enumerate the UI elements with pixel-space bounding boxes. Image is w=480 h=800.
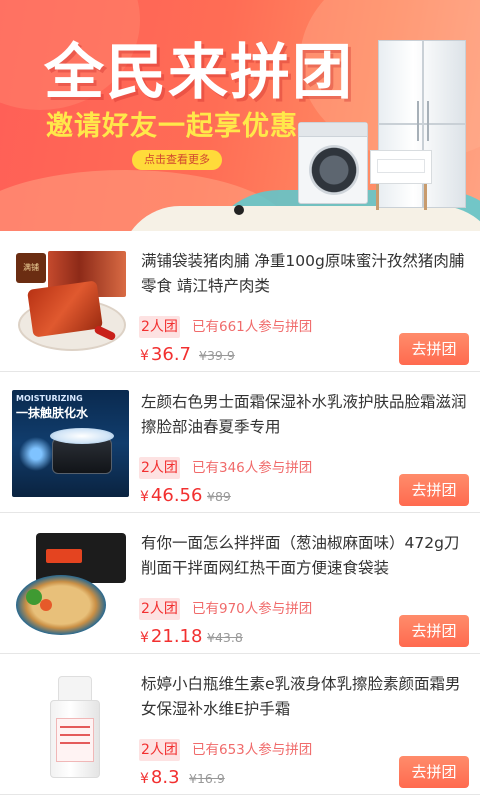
joined-count: 已有970人参与拼团 [192, 601, 313, 617]
group-price: ¥21.18 [140, 625, 202, 650]
joined-count: 已有346人参与拼团 [192, 460, 313, 476]
product-title[interactable]: 标婷小白瓶维生素e乳液身体乳擦脸素颜面霜男女保湿补水维E护手霜 [141, 672, 471, 722]
join-group-button[interactable]: 去拼团 [399, 333, 469, 365]
currency-symbol: ¥ [140, 489, 149, 505]
group-size-badge: 2人团 [139, 739, 180, 761]
list-item[interactable]: 有你一面怎么拌拌面（葱油椒麻面味）472g刀削面干拌面网红热干面方便速食袋装 2… [0, 513, 480, 654]
table-leg [424, 184, 427, 210]
currency-symbol: ¥ [140, 630, 149, 646]
join-group-button[interactable]: 去拼团 [399, 615, 469, 647]
list-item[interactable]: 满铺 满铺袋装猪肉脯 净重100g原味蜜汁孜然猪肉脯零食 靖江特产肉类 2人团 … [0, 231, 480, 372]
image-slogan-text: 一抹触肤化水 [16, 406, 89, 420]
banner-subtitle: 邀请好友一起享优惠 [46, 111, 298, 142]
product-title[interactable]: 有你一面怎么拌拌面（葱油椒麻面味）472g刀削面干拌面网红热干面方便速食袋装 [141, 531, 471, 581]
lotion-bottle-image[interactable] [12, 672, 129, 779]
join-group-button[interactable]: 去拼团 [399, 474, 469, 506]
price-value: 8.3 [150, 767, 180, 788]
group-size-badge: 2人团 [139, 598, 180, 620]
carousel-dot-indicator[interactable] [234, 205, 244, 215]
product-title[interactable]: 左颜右色男士面霜保湿补水乳液护肤品脸霜滋润擦脸部油春夏季专用 [141, 390, 471, 440]
table-leg [376, 184, 379, 210]
product-list: 满铺 满铺袋装猪肉脯 净重100g原味蜜汁孜然猪肉脯零食 靖江特产肉类 2人团 … [0, 231, 480, 795]
currency-symbol: ¥ [140, 771, 149, 787]
original-price: ¥39.9 [199, 348, 235, 363]
list-item[interactable]: 标婷小白瓶维生素e乳液身体乳擦脸素颜面霜男女保湿补水维E护手霜 2人团 已有65… [0, 654, 480, 795]
join-group-button[interactable]: 去拼团 [399, 756, 469, 788]
face-cream-image[interactable]: MOISTURIZING 一抹触肤化水 [12, 390, 129, 497]
price-value: 46.56 [150, 485, 203, 506]
view-more-button[interactable]: 点击查看更多 [132, 150, 222, 170]
list-item[interactable]: MOISTURIZING 一抹触肤化水 左颜右色男士面霜保湿补水乳液护肤品脸霜滋… [0, 372, 480, 513]
washing-machine-image [298, 122, 368, 204]
group-price: ¥36.7 [140, 343, 191, 368]
banner-title: 全民来拼团 [44, 38, 354, 108]
joined-count: 已有653人参与拼团 [192, 742, 313, 758]
image-brand-text: MOISTURIZING [16, 394, 83, 403]
noodle-bowl-image[interactable] [12, 531, 129, 638]
pork-jerky-image[interactable]: 满铺 [12, 249, 129, 356]
group-size-badge: 2人团 [139, 316, 180, 338]
promo-banner[interactable]: 全民来拼团 邀请好友一起享优惠 点击查看更多 [0, 0, 480, 231]
price-value: 36.7 [150, 344, 191, 365]
original-price: ¥16.9 [189, 771, 225, 786]
currency-symbol: ¥ [140, 348, 149, 364]
product-title[interactable]: 满铺袋装猪肉脯 净重100g原味蜜汁孜然猪肉脯零食 靖江特产肉类 [141, 249, 471, 299]
original-price: ¥43.8 [207, 630, 243, 645]
group-price: ¥8.3 [140, 766, 180, 791]
price-value: 21.18 [150, 626, 203, 647]
joined-count: 已有661人参与拼团 [192, 319, 313, 335]
group-price: ¥46.56 [140, 484, 202, 509]
side-table-image [370, 150, 432, 184]
group-size-badge: 2人团 [139, 457, 180, 479]
original-price: ¥89 [207, 489, 231, 504]
